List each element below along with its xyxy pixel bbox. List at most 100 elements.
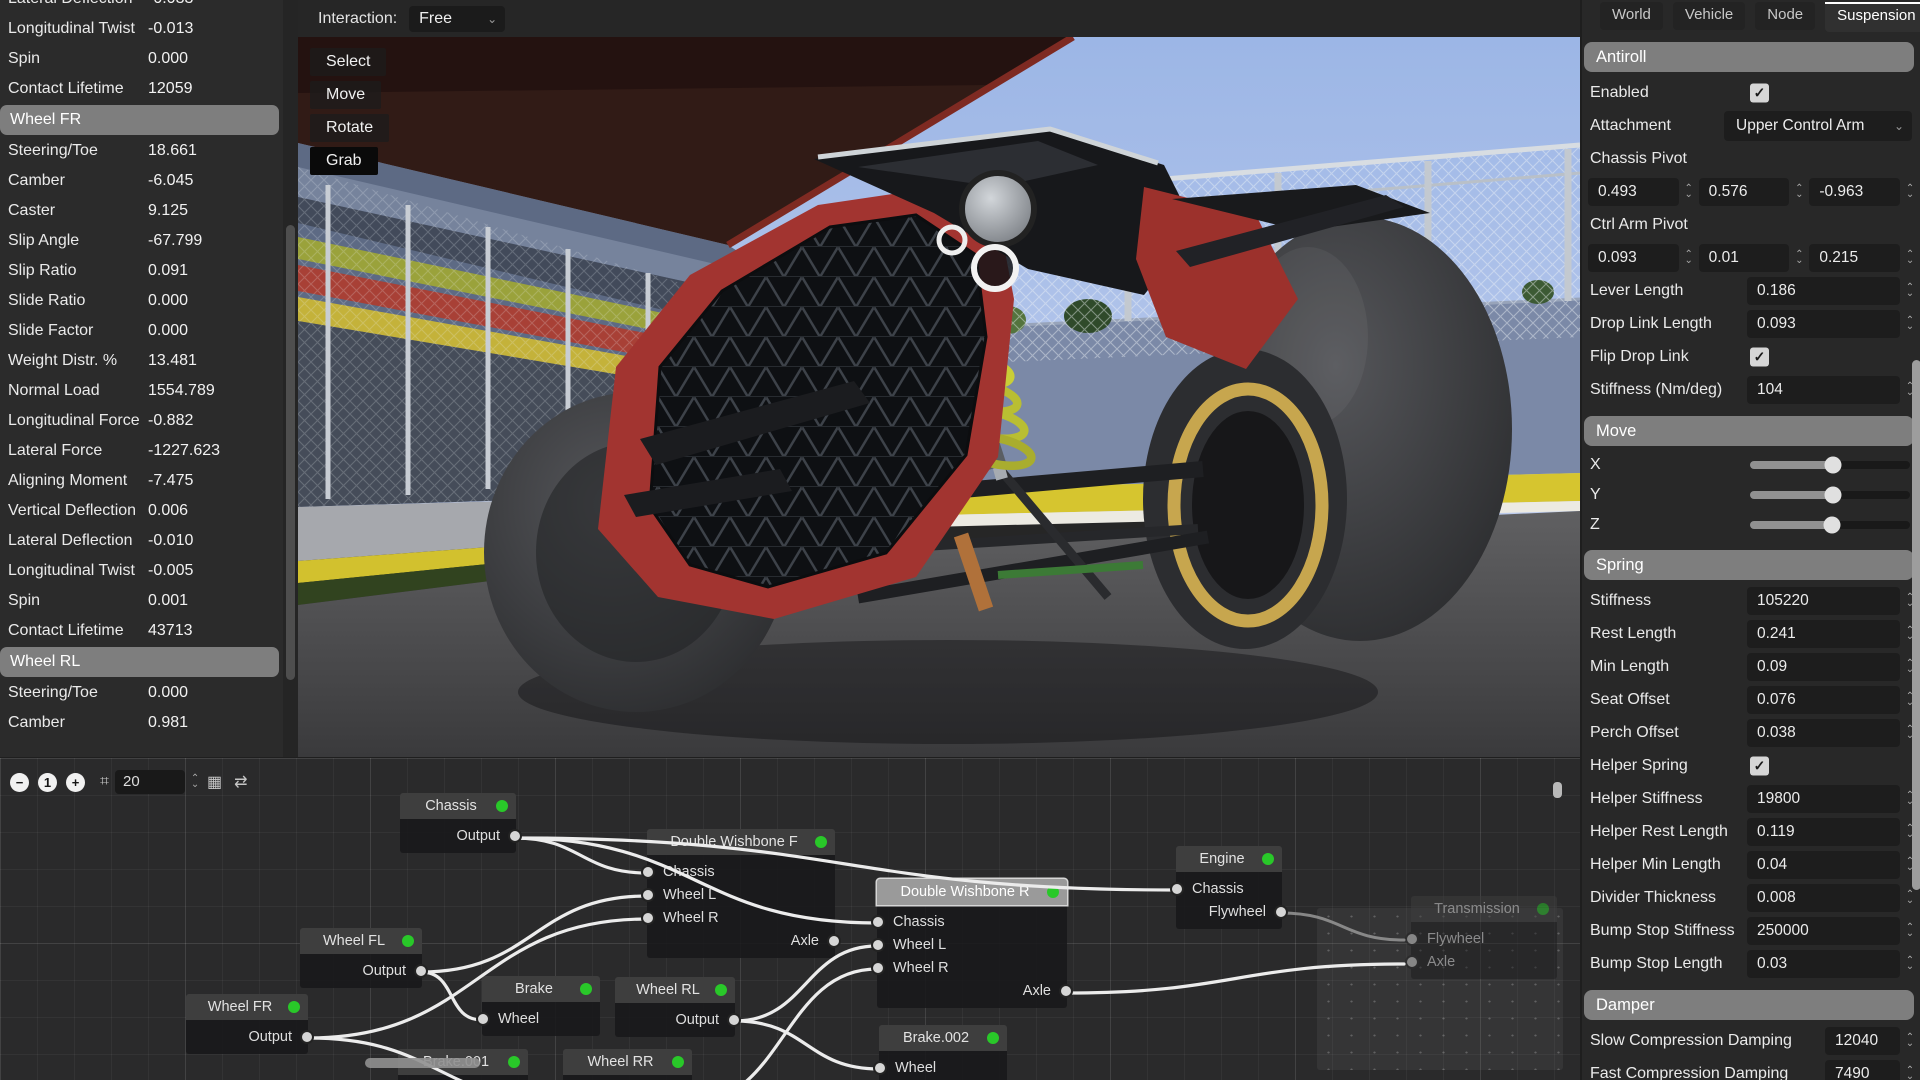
stepper-arrows[interactable]: ⌃⌄	[1904, 1035, 1916, 1047]
number-input-bump-stop-stiffness[interactable]: 250000	[1747, 917, 1900, 945]
vector-component-input[interactable]: -0.963	[1809, 178, 1900, 206]
node-editor-vscrollbar[interactable]	[1553, 782, 1562, 798]
port-socket[interactable]	[1170, 882, 1184, 896]
snap-grid-icon[interactable]: ⌗	[100, 773, 109, 791]
number-input-helper-stiffness[interactable]: 19800	[1747, 785, 1900, 813]
number-input-perch-offset[interactable]: 0.038	[1747, 719, 1900, 747]
port-socket[interactable]	[871, 938, 885, 952]
checkbox-enabled[interactable]: ✓	[1750, 83, 1769, 102]
checkbox-helper-spring[interactable]: ✓	[1750, 756, 1769, 775]
vector-component-input[interactable]: 0.093	[1588, 244, 1679, 272]
tab-suspension[interactable]: Suspension	[1825, 2, 1920, 32]
node-edge	[515, 838, 1176, 890]
node-editor-hscrollbar[interactable]	[365, 1058, 480, 1068]
stepper-arrows[interactable]: ⌃⌄	[1904, 252, 1916, 264]
slider-y[interactable]	[1750, 491, 1910, 499]
vector-component-input[interactable]: 0.215	[1809, 244, 1900, 272]
port-socket[interactable]	[641, 865, 655, 879]
telemetry-row: Steering/Toe0.000	[0, 678, 283, 708]
number-input-helper-min-length[interactable]: 0.04	[1747, 851, 1900, 879]
telemetry-scrollbar[interactable]	[283, 0, 298, 757]
section-header-antiroll[interactable]: Antiroll	[1584, 42, 1914, 72]
port-socket[interactable]	[871, 961, 885, 975]
tool-select-button[interactable]: Select	[310, 48, 386, 76]
zoom-out-button[interactable]: −	[10, 773, 29, 792]
stepper-arrows[interactable]: ⌃⌄	[1904, 1068, 1916, 1080]
number-input-bump-stop-length[interactable]: 0.03	[1747, 950, 1900, 978]
node-edge	[1067, 964, 1404, 993]
number-input-lever-length[interactable]: 0.186	[1747, 277, 1900, 305]
node-editor[interactable]: ChassisOutputDouble Wishbone FChassisWhe…	[0, 757, 1580, 1080]
number-input-slow-compression-damping[interactable]: 12040	[1825, 1027, 1900, 1055]
stepper-arrows[interactable]: ⌃⌄	[1904, 318, 1916, 330]
port-socket[interactable]	[1059, 984, 1073, 998]
snap-size-input[interactable]: 20	[115, 770, 185, 794]
port-socket[interactable]	[1274, 905, 1288, 919]
zoom-reset-button[interactable]: 1	[38, 773, 57, 792]
zoom-in-button[interactable]: +	[66, 773, 85, 792]
slider-x[interactable]	[1750, 461, 1910, 469]
dropdown-attachment[interactable]: Upper Control Arm⌄	[1724, 111, 1912, 141]
stepper-arrows[interactable]: ⌃⌄	[1904, 925, 1916, 937]
slider-thumb[interactable]	[1825, 487, 1842, 504]
stepper-arrows[interactable]: ⌃⌄	[1904, 285, 1916, 297]
interaction-mode-select[interactable]: Free ⌄	[409, 6, 505, 32]
number-input-fast-compression-damping[interactable]: 7490	[1825, 1060, 1900, 1080]
port-socket[interactable]	[727, 1013, 741, 1027]
number-input-rest-length[interactable]: 0.241	[1747, 620, 1900, 648]
telemetry-value: 13.481	[148, 352, 197, 370]
port-socket[interactable]	[414, 964, 428, 978]
stepper-arrows[interactable]: ⌃⌄	[1793, 252, 1805, 264]
telemetry-label: Camber	[8, 172, 148, 190]
section-header-damper[interactable]: Damper	[1584, 990, 1914, 1020]
stepper-arrows[interactable]: ⌃⌄	[1904, 892, 1916, 904]
stepper-arrows[interactable]: ⌃⌄	[1683, 186, 1695, 198]
3d-viewport[interactable]: Interaction: Free ⌄ SelectMoveRotateGrab	[298, 0, 1580, 757]
property-row: X	[1582, 450, 1920, 480]
tab-world[interactable]: World	[1600, 2, 1663, 30]
vector-component-input[interactable]: 0.01	[1699, 244, 1790, 272]
number-input-seat-offset[interactable]: 0.076	[1747, 686, 1900, 714]
slider-thumb[interactable]	[1823, 517, 1840, 534]
property-row: Bump Stop Stiffness250000⌃⌄	[1582, 914, 1920, 947]
telemetry-label: Lateral Force	[8, 442, 148, 460]
tab-vehicle[interactable]: Vehicle	[1673, 2, 1745, 30]
number-input-helper-rest-length[interactable]: 0.119	[1747, 818, 1900, 846]
property-label: Perch Offset	[1590, 724, 1679, 742]
checkbox-flip-drop-link[interactable]: ✓	[1750, 347, 1769, 366]
telemetry-value: -0.033	[148, 0, 193, 8]
stepper-arrows[interactable]: ⌃⌄	[1793, 186, 1805, 198]
stepper-arrows[interactable]: ⌃⌄	[1683, 252, 1695, 264]
tool-move-button[interactable]: Move	[310, 81, 381, 109]
vector-component-input[interactable]: 0.576	[1699, 178, 1790, 206]
port-socket[interactable]	[827, 934, 841, 948]
port-socket[interactable]	[300, 1030, 314, 1044]
stepper-arrows[interactable]: ⌃⌄	[189, 776, 201, 788]
overlay-toggle-icon[interactable]: ▦	[207, 772, 222, 792]
vector-component-input[interactable]: 0.493	[1588, 178, 1679, 206]
section-header-spring[interactable]: Spring	[1584, 550, 1914, 580]
port-socket[interactable]	[508, 829, 522, 843]
slider-z[interactable]	[1750, 521, 1910, 529]
property-row: Divider Thickness0.008⌃⌄	[1582, 881, 1920, 914]
number-input-stiffness-nm-deg-[interactable]: 104	[1747, 376, 1900, 404]
port-socket[interactable]	[641, 888, 655, 902]
tab-node[interactable]: Node	[1755, 2, 1815, 30]
tool-grab-button[interactable]: Grab	[310, 147, 378, 175]
number-input-stiffness[interactable]: 105220	[1747, 587, 1900, 615]
stepper-arrows[interactable]: ⌃⌄	[1904, 186, 1916, 198]
stepper-arrows[interactable]: ⌃⌄	[1904, 958, 1916, 970]
number-input-min-length[interactable]: 0.09	[1747, 653, 1900, 681]
number-input-drop-link-length[interactable]: 0.093	[1747, 310, 1900, 338]
inspector-scrollbar[interactable]	[1912, 360, 1920, 890]
tool-rotate-button[interactable]: Rotate	[310, 114, 389, 142]
slider-thumb[interactable]	[1825, 457, 1842, 474]
link-visibility-icon[interactable]: ⇄	[234, 772, 247, 792]
number-input-divider-thickness[interactable]: 0.008	[1747, 884, 1900, 912]
port-socket[interactable]	[476, 1012, 490, 1026]
port-socket[interactable]	[871, 915, 885, 929]
port-socket[interactable]	[873, 1061, 887, 1075]
port-socket[interactable]	[641, 911, 655, 925]
section-header-move[interactable]: Move	[1584, 416, 1914, 446]
scrollbar-thumb[interactable]	[286, 225, 295, 680]
